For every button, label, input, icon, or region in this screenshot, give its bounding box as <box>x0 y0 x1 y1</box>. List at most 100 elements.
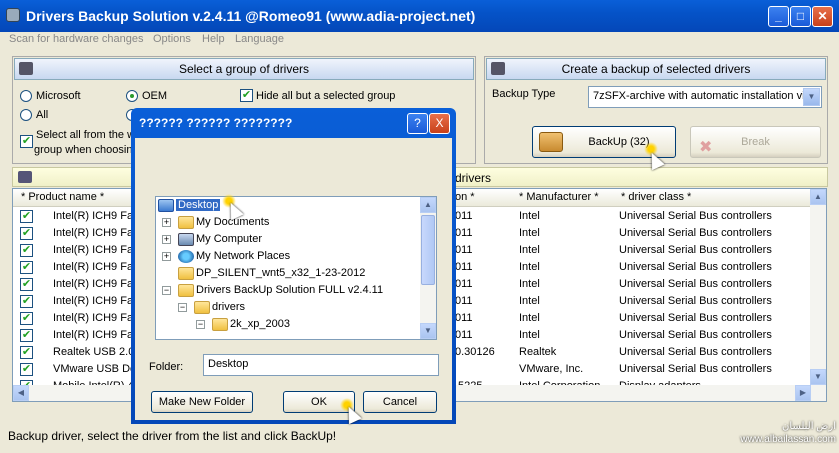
tree-my-computer[interactable]: + My Computer <box>162 232 422 248</box>
dialog-help-button[interactable]: ? <box>407 113 428 134</box>
scroll-up-icon[interactable]: ▲ <box>420 197 436 213</box>
menu-language[interactable]: Language <box>235 33 284 45</box>
tree-label: DP_SILENT_wnt5_x32_1-23-2012 <box>196 267 366 279</box>
backup-type-label: Backup Type <box>492 88 556 100</box>
row-checkbox[interactable]: ✔ <box>20 346 33 359</box>
row-checkbox[interactable]: ✔ <box>20 295 33 308</box>
scroll-right-icon[interactable]: ▶ <box>795 385 811 401</box>
dialog-close-button[interactable]: X <box>429 113 450 134</box>
row-checkbox[interactable]: ✔ <box>20 312 33 325</box>
tree-drivers[interactable]: − drivers <box>178 300 418 316</box>
break-button[interactable]: ✖ Break <box>690 126 821 158</box>
hide-all-label: Hide all but a selected group <box>256 90 396 102</box>
scroll-down-icon[interactable]: ▼ <box>810 369 826 385</box>
cell-version: 011 <box>455 227 473 239</box>
cell-class: Universal Serial Bus controllers <box>619 329 772 341</box>
tree-label: Desktop <box>176 199 221 211</box>
tree-dbs-full[interactable]: − Drivers BackUp Solution FULL v2.4.11 <box>162 283 432 299</box>
folder-input-value: Desktop <box>208 358 249 370</box>
collapse-icon[interactable]: − <box>162 286 171 295</box>
expand-icon[interactable]: + <box>162 235 171 244</box>
cell-version: 011 <box>455 210 473 222</box>
radio-oem[interactable] <box>126 90 138 102</box>
folder-icon <box>178 267 194 280</box>
close-button[interactable]: ✕ <box>812 6 833 27</box>
cell-manufacturer: VMware, Inc. <box>519 363 584 375</box>
row-checkbox[interactable]: ✔ <box>20 363 33 376</box>
row-checkbox[interactable]: ✔ <box>20 278 33 291</box>
col-product[interactable]: * Product name * <box>21 191 104 203</box>
grid-vscroll[interactable]: ▲ ▼ <box>810 189 826 401</box>
cell-manufacturer: Intel <box>519 210 540 222</box>
cell-version: 011 <box>455 329 473 341</box>
cell-manufacturer: Realtek <box>519 346 557 358</box>
maximize-button[interactable]: □ <box>790 6 811 27</box>
folder-input[interactable]: Desktop <box>203 354 439 376</box>
menu-help[interactable]: Help <box>202 33 225 45</box>
row-checkbox[interactable]: ✔ <box>20 210 33 223</box>
scroll-thumb[interactable] <box>421 215 435 285</box>
backup-type-select[interactable]: 7zSFX-archive with automatic installatio… <box>588 86 822 108</box>
select-all-checkbox[interactable]: ✔ <box>20 135 33 148</box>
radio-all-label: All <box>36 109 49 121</box>
tree-desktop[interactable]: Desktop <box>158 198 418 214</box>
cell-product: VMware USB Dev <box>53 363 142 375</box>
folder-open-icon <box>212 318 228 331</box>
cell-manufacturer: Intel <box>519 261 540 273</box>
collapse-icon[interactable]: − <box>178 303 187 312</box>
chevron-down-icon[interactable]: ▼ <box>803 88 820 106</box>
tree-vscroll[interactable]: ▲ ▼ <box>420 197 436 339</box>
group-panel-header: Select a group of drivers <box>14 58 474 80</box>
cell-manufacturer: Intel <box>519 329 540 341</box>
cell-class: Universal Serial Bus controllers <box>619 244 772 256</box>
folder-label: Folder: <box>149 361 184 373</box>
scroll-up-icon[interactable]: ▲ <box>810 189 826 205</box>
package-icon <box>539 132 563 152</box>
expand-icon[interactable]: + <box>162 252 171 261</box>
monitor-icon <box>19 62 33 75</box>
radio-all[interactable] <box>20 109 32 121</box>
scroll-left-icon[interactable]: ◀ <box>13 385 29 401</box>
make-new-folder-button[interactable]: Make New Folder <box>151 391 253 413</box>
col-class[interactable]: * driver class * <box>621 191 691 203</box>
cross-icon: ✖ <box>699 139 713 156</box>
col-manufacturer[interactable]: * Manufacturer * <box>519 191 598 203</box>
cell-product: Intel(R) ICH9 Fa <box>53 312 134 324</box>
radio-microsoft-label: Microsoft <box>36 90 81 102</box>
select-all-label-2: group when choosin <box>34 144 133 156</box>
row-checkbox[interactable]: ✔ <box>20 227 33 240</box>
cancel-button[interactable]: Cancel <box>363 391 437 413</box>
cell-version: 011 <box>455 244 473 256</box>
menu-bar: Scan for hardware changes Options Help L… <box>0 32 839 50</box>
cell-version: 011 <box>455 312 473 324</box>
expand-icon[interactable]: + <box>162 218 171 227</box>
menu-scan[interactable]: Scan for hardware changes <box>9 33 144 45</box>
menu-options[interactable]: Options <box>153 33 191 45</box>
tree-dp-silent[interactable]: DP_SILENT_wnt5_x32_1-23-2012 <box>162 266 432 282</box>
tree-label: My Computer <box>196 233 263 245</box>
dialog-title: ?????? ?????? ???????? <box>139 116 293 130</box>
cell-class: Universal Serial Bus controllers <box>619 210 772 222</box>
title-bar: Drivers Backup Solution v.2.4.11 @Romeo9… <box>0 0 839 32</box>
cell-class: Universal Serial Bus controllers <box>619 363 772 375</box>
cell-product: Intel(R) ICH9 Fa <box>53 329 134 341</box>
backup-panel-title: Create a backup of selected drivers <box>561 62 751 76</box>
row-checkbox[interactable]: ✔ <box>20 329 33 342</box>
cell-manufacturer: Intel <box>519 312 540 324</box>
tree-2k-xp[interactable]: − 2k_xp_2003 <box>196 317 416 333</box>
folder-tree[interactable]: Desktop + My Documents + My Computer + M… <box>155 196 437 340</box>
tree-label: drivers <box>212 301 246 313</box>
col-version[interactable]: on * <box>455 191 475 203</box>
radio-microsoft[interactable] <box>20 90 32 102</box>
desktop-icon <box>158 199 174 212</box>
collapse-icon[interactable]: − <box>196 320 205 329</box>
tree-network[interactable]: + My Network Places <box>162 249 422 265</box>
cell-product: Intel(R) ICH9 Fa <box>53 210 134 222</box>
row-checkbox[interactable]: ✔ <box>20 261 33 274</box>
scroll-down-icon[interactable]: ▼ <box>420 323 436 339</box>
minimize-button[interactable]: _ <box>768 6 789 27</box>
tree-my-documents[interactable]: + My Documents <box>162 215 422 231</box>
hide-all-checkbox[interactable]: ✔ <box>240 89 253 102</box>
watermark-url: www.albailassan.com <box>740 434 836 445</box>
row-checkbox[interactable]: ✔ <box>20 244 33 257</box>
